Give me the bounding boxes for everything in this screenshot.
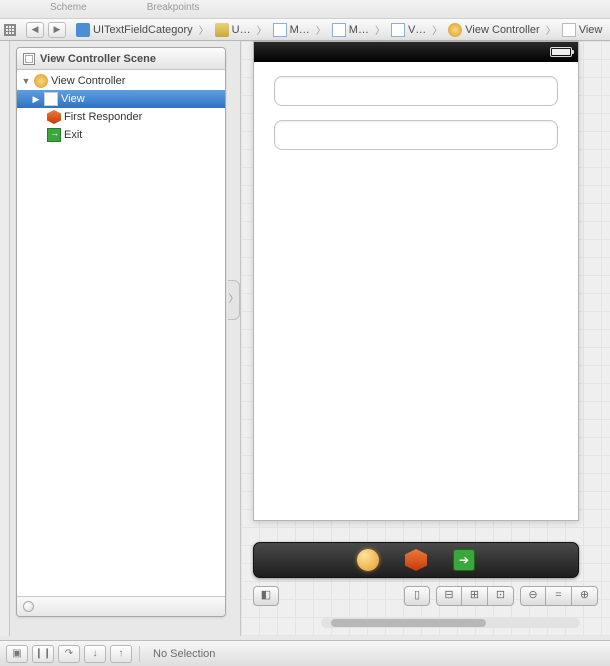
breadcrumb-file-3-label: V…	[408, 24, 426, 36]
view-icon	[44, 92, 58, 106]
view-controller-icon	[34, 74, 48, 88]
layout-button-group: ⊟ ⊞ ⊡	[436, 586, 514, 606]
status-bar	[254, 42, 578, 62]
device-frame[interactable]	[253, 41, 579, 521]
chevron-right-icon: 〉	[255, 22, 269, 37]
resolve-issues-button[interactable]: ⊡	[488, 586, 514, 606]
breadcrumb-file-2[interactable]: M…	[328, 23, 373, 37]
outline-item-label: View	[61, 93, 85, 105]
step-over-button[interactable]: ↷	[58, 645, 80, 663]
chevron-right-icon: 〉	[430, 22, 444, 37]
pin-button[interactable]: ⊞	[462, 586, 488, 606]
zoom-button-group: ⊖ = ⊕	[520, 586, 598, 606]
breadcrumb-folder[interactable]: U…	[211, 23, 255, 37]
exit-icon	[47, 128, 61, 142]
step-out-button[interactable]: ↑	[110, 645, 132, 663]
dock-view-controller-icon[interactable]	[357, 549, 379, 571]
toolbar-tabs: Scheme Breakpoints	[0, 0, 610, 18]
canvas-toolbar: ◧ ▯ ⊟ ⊞ ⊡ ⊖ = ⊕	[253, 584, 598, 608]
tab-breakpoints[interactable]: Breakpoints	[127, 0, 240, 18]
outline-header: View Controller Scene	[17, 48, 225, 70]
outline-item-label: Exit	[64, 129, 82, 141]
outline-item-first-responder[interactable]: First Responder	[17, 108, 225, 126]
breadcrumb-file-2-label: M…	[349, 24, 369, 36]
zoom-in-button[interactable]: ⊕	[572, 586, 598, 606]
disclosure-triangle-icon[interactable]: ▶	[31, 94, 41, 105]
outline-item-view-controller[interactable]: ▼ View Controller	[17, 72, 225, 90]
back-button[interactable]: ◀	[26, 22, 44, 38]
step-into-button[interactable]: ↓	[84, 645, 106, 663]
breadcrumb-project-label: UITextFieldCategory	[93, 24, 193, 36]
breadcrumb-folder-label: U…	[232, 24, 251, 36]
outline-item-exit[interactable]: Exit	[17, 126, 225, 144]
textfield-1[interactable]	[274, 76, 558, 106]
chevron-right-icon: 〉	[197, 22, 211, 37]
disclosure-triangle-icon[interactable]: ▼	[21, 76, 31, 86]
breadcrumb-controller-label: View Controller	[465, 24, 539, 36]
forward-button[interactable]: ▶	[48, 22, 66, 38]
zoom-out-button[interactable]: ⊖	[520, 586, 546, 606]
outline-item-label: View Controller	[51, 75, 125, 87]
breadcrumb-view[interactable]: View	[558, 23, 607, 37]
outline-tree: ▼ View Controller ▶ View First Responder…	[17, 70, 225, 146]
first-responder-icon	[47, 110, 61, 124]
form-factor-button[interactable]: ▯	[404, 586, 430, 606]
related-items-button[interactable]	[0, 24, 20, 36]
debug-bar: ▣ ❙❙ ↷ ↓ ↑ No Selection	[0, 640, 610, 666]
breadcrumb-controller[interactable]: View Controller	[444, 23, 543, 37]
breadcrumb-project[interactable]: UITextFieldCategory	[72, 23, 197, 37]
breadcrumb-view-label: View	[579, 24, 603, 36]
chevron-right-icon: 〉	[373, 22, 387, 37]
dock-exit-icon[interactable]	[453, 549, 475, 571]
chevron-right-icon: 〉	[544, 22, 558, 37]
interface-builder-canvas[interactable]: ◧ ▯ ⊟ ⊞ ⊡ ⊖ = ⊕	[240, 41, 610, 636]
scrollbar-thumb[interactable]	[331, 619, 486, 627]
scene-dock	[253, 542, 579, 578]
outline-filter-bar	[17, 596, 225, 616]
toggle-outline-button[interactable]: ◧	[253, 586, 279, 606]
breadcrumb-file-1-label: M…	[290, 24, 310, 36]
pause-button[interactable]: ❙❙	[32, 645, 54, 663]
textfield-2[interactable]	[274, 120, 558, 150]
document-outline: View Controller Scene ▼ View Controller …	[16, 47, 226, 617]
horizontal-scrollbar[interactable]	[321, 618, 580, 628]
outline-item-view[interactable]: ▶ View	[17, 90, 225, 108]
debug-status-label: No Selection	[153, 648, 215, 660]
jump-bar: ◀ ▶ UITextFieldCategory 〉 U… 〉 M… 〉 M… 〉…	[0, 18, 610, 41]
align-button[interactable]: ⊟	[436, 586, 462, 606]
breadcrumb-file-1[interactable]: M…	[269, 23, 314, 37]
filter-icon[interactable]	[23, 601, 34, 612]
navigator-edge	[0, 41, 10, 636]
battery-icon	[550, 47, 572, 57]
dock-first-responder-icon[interactable]	[405, 549, 427, 571]
scene-icon	[23, 53, 35, 65]
outline-collapse-handle[interactable]: 〉	[228, 280, 240, 320]
outline-title: View Controller Scene	[40, 53, 156, 65]
tab-scheme[interactable]: Scheme	[0, 0, 127, 18]
outline-item-label: First Responder	[64, 111, 142, 123]
chevron-right-icon: 〉	[314, 22, 328, 37]
zoom-actual-button[interactable]: =	[546, 586, 572, 606]
divider	[139, 646, 140, 662]
toggle-debug-area-button[interactable]: ▣	[6, 645, 28, 663]
breadcrumb-file-3[interactable]: V…	[387, 23, 430, 37]
